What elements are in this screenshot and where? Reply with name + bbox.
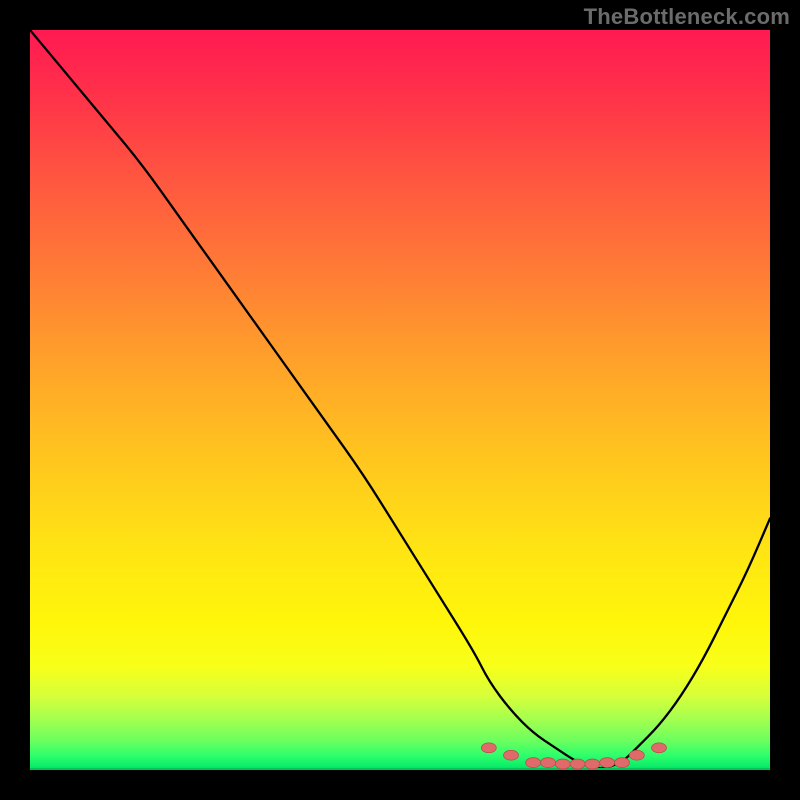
chart-svg bbox=[30, 30, 770, 770]
marker-dot bbox=[526, 758, 541, 768]
bottleneck-curve bbox=[30, 30, 770, 768]
marker-dot bbox=[600, 758, 615, 768]
marker-dot bbox=[652, 743, 667, 753]
marker-dot bbox=[555, 759, 570, 769]
marker-dot bbox=[541, 758, 556, 768]
marker-dot bbox=[629, 750, 644, 760]
plot-area bbox=[30, 30, 770, 770]
chart-frame: TheBottleneck.com bbox=[0, 0, 800, 800]
marker-dot bbox=[570, 759, 585, 769]
marker-dot bbox=[481, 743, 496, 753]
marker-dot bbox=[585, 759, 600, 769]
marker-dot bbox=[504, 750, 519, 760]
watermark-text: TheBottleneck.com bbox=[584, 4, 790, 30]
marker-dot bbox=[615, 758, 630, 768]
